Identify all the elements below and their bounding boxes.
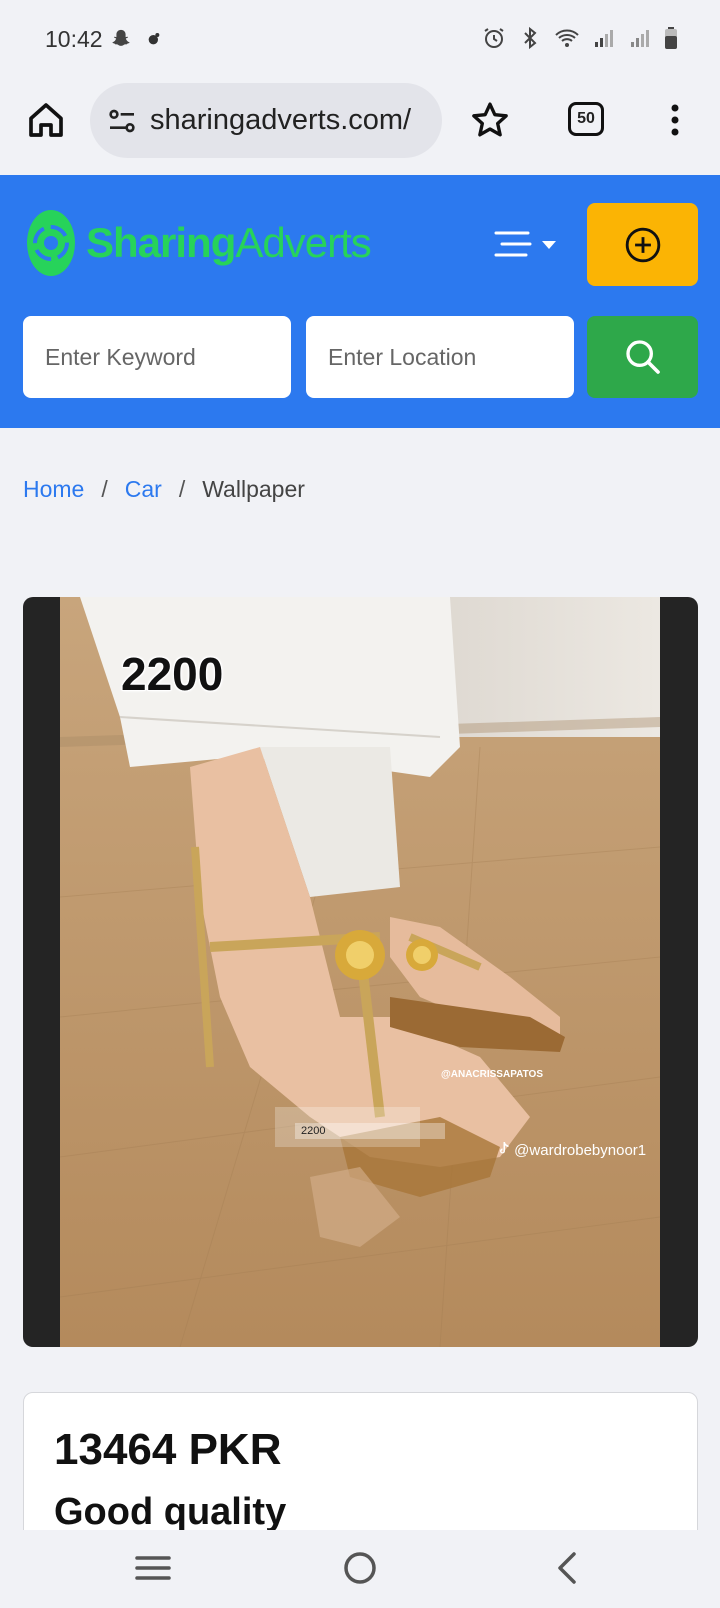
tab-switcher-button[interactable]: 50 bbox=[568, 102, 604, 136]
breadcrumb: Home / Car / Wallpaper bbox=[23, 476, 305, 503]
bluetooth-icon bbox=[524, 26, 537, 50]
ad-photo bbox=[60, 597, 660, 1347]
wifi-icon bbox=[555, 29, 579, 47]
ad-title: Good quality bbox=[54, 1491, 287, 1533]
plus-circle-icon bbox=[625, 227, 660, 262]
alarm-icon bbox=[484, 28, 504, 48]
signal-icon bbox=[631, 30, 649, 47]
signal-icon bbox=[595, 30, 613, 47]
image-overlay-tiktok: @wardrobebynoor1 bbox=[498, 1142, 646, 1159]
browser-toolbar: sharingadverts.com/ 50 bbox=[0, 80, 720, 175]
search-button[interactable] bbox=[587, 316, 698, 398]
bookmark-star-icon[interactable] bbox=[470, 100, 510, 140]
image-overlay-price: 2200 bbox=[121, 648, 224, 700]
breadcrumb-separator: / bbox=[178, 476, 186, 502]
status-time: 10:42 bbox=[45, 26, 103, 52]
more-options-icon[interactable] bbox=[665, 100, 685, 140]
image-overlay-small-price: 2200 bbox=[295, 1123, 445, 1139]
recent-apps-icon[interactable] bbox=[133, 1548, 173, 1588]
breadcrumb-current: Wallpaper bbox=[202, 476, 305, 502]
tiktok-icon bbox=[500, 1142, 509, 1154]
logo-icon bbox=[27, 210, 75, 276]
search-icon bbox=[625, 340, 660, 374]
keyword-input[interactable] bbox=[23, 316, 291, 398]
home-icon[interactable] bbox=[26, 100, 66, 140]
tiktok-handle: @wardrobebynoor1 bbox=[514, 1142, 647, 1159]
image-overlay-brand: @ANACRISSAPATOS bbox=[441, 1069, 543, 1080]
ad-image-container[interactable]: 2200 @ANACRISSAPATOS 2200 @wardrobebynoo… bbox=[23, 597, 698, 1347]
breadcrumb-category[interactable]: Car bbox=[125, 476, 162, 503]
battery-icon bbox=[665, 27, 677, 49]
ad-price: 13464 PKR bbox=[54, 1425, 282, 1474]
site-settings-icon[interactable] bbox=[106, 105, 138, 137]
url-text: sharingadverts.com/ bbox=[150, 104, 412, 136]
snapchat-icon bbox=[112, 29, 130, 46]
site-header: SharingAdverts bbox=[0, 175, 720, 428]
search-form bbox=[23, 316, 698, 398]
hamburger-menu-icon[interactable] bbox=[494, 229, 560, 259]
location-input[interactable] bbox=[306, 316, 574, 398]
status-bar: 10:42 bbox=[0, 0, 720, 80]
logo-text: SharingAdverts bbox=[86, 219, 372, 266]
notification-icon bbox=[148, 33, 160, 45]
system-navigation-bar bbox=[0, 1530, 720, 1608]
back-icon[interactable] bbox=[548, 1548, 588, 1588]
site-logo[interactable]: SharingAdverts bbox=[24, 207, 372, 279]
post-ad-button[interactable] bbox=[587, 203, 698, 286]
home-circle-icon[interactable] bbox=[340, 1548, 380, 1588]
address-bar[interactable]: sharingadverts.com/ bbox=[90, 83, 442, 158]
breadcrumb-separator: / bbox=[101, 476, 108, 502]
breadcrumb-home[interactable]: Home bbox=[23, 476, 84, 503]
